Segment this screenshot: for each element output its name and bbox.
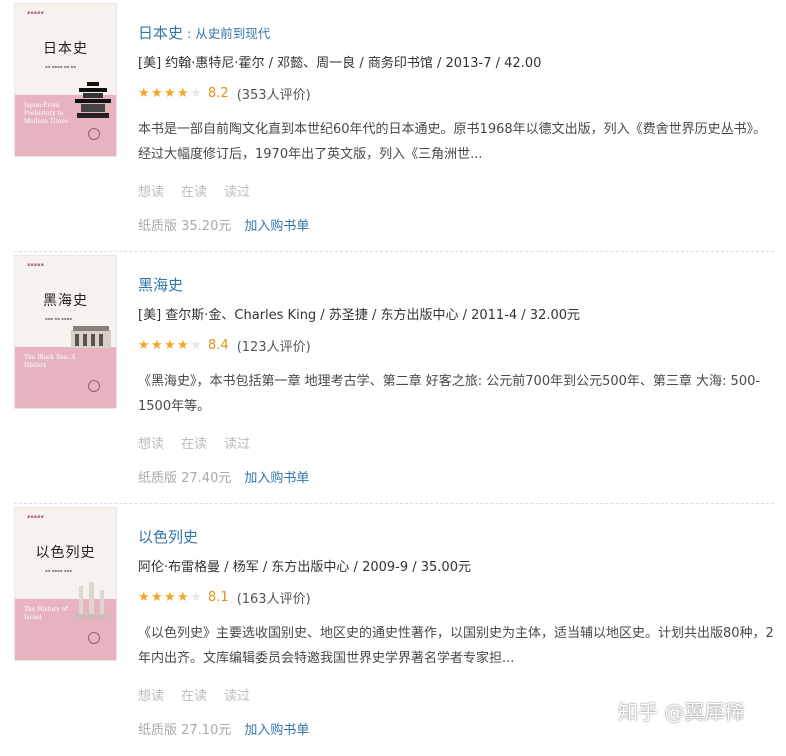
reading-button[interactable]: 在读 [181,685,207,704]
book-description: 《以色列史》主要选收国别史、地区史的通史性著作，以国别史为主体，适当辅以地区史。… [138,626,774,666]
zhihu-watermark: 知乎 @翼犀稀 [618,700,745,724]
star-icon: ★ [177,590,189,605]
rating-stars: ★ ★ ★ ★ ★ [138,591,203,604]
paper-price: 纸质版 27.40元 [138,471,232,486]
building-icon [71,326,111,348]
star-icon: ★ [177,86,189,101]
book-meta: [美] 约翰·惠特尼·霍尔 / 邓懿、周一良 / 商务印书馆 / 2013-7 … [138,56,542,71]
want-read-button[interactable]: 想读 [138,685,164,704]
book-description: 《黑海史》，本书包括第一章 地理考古学、第二章 好客之旅: 公元前700年到公元… [138,374,761,414]
add-to-cart-link[interactable]: 加入购书单 [244,219,309,234]
have-read-button[interactable]: 读过 [224,433,250,452]
publisher-seal-icon [88,632,100,644]
rating-stars: ★ ★ ★ ★ ★ [138,339,203,352]
cover-title: 日本史 [43,41,88,57]
book-rating: ★ ★ ★ ★ ★ 8.4 (123人评价) [138,336,311,355]
want-read-button[interactable]: 想读 [138,181,164,200]
rating-score: 8.2 [208,86,229,101]
book-rating: ★ ★ ★ ★ ★ 8.2 (353人评价) [138,84,311,103]
book-title-row: 日本史 : 从史前到现代 [138,22,270,43]
rating-score: 8.4 [208,338,229,353]
star-icon: ★ [190,590,202,605]
star-icon: ★ [138,86,150,101]
reading-button[interactable]: 在读 [181,181,207,200]
book-meta: 阿伦·布雷格曼 / 杨军 / 东方出版中心 / 2009-9 / 35.00元 [138,560,471,575]
buy-row: 纸质版 27.10元 加入购书单 [138,719,309,738]
star-icon: ★ [164,86,176,101]
star-icon: ★ [190,86,202,101]
book-title-row: 以色列史 [138,526,198,547]
rating-stars: ★ ★ ★ ★ ★ [138,87,203,100]
book-cover[interactable]: ▪▪▪▪▪ 日本史 ▪▪ ▪▪▪▪ ▪▪ ▪▪ Japan:From Prehi… [15,4,116,156]
star-icon: ★ [151,86,163,101]
rating-count: (163人评价) [236,592,311,607]
star-icon: ★ [138,338,150,353]
have-read-button[interactable]: 读过 [224,181,250,200]
rating-count: (353人评价) [236,88,311,103]
book-cover[interactable]: ▪▪▪▪▪ 黑海史 ▪▪▪ ▪▪ ▪▪▪▪ The Black Sea: A H… [15,256,116,408]
cover-english-title: The History of Israel [24,606,68,621]
star-icon: ★ [164,338,176,353]
publisher-seal-icon [88,380,100,392]
book-title-row: 黑海史 [138,274,183,295]
add-to-cart-link[interactable]: 加入购书单 [244,723,309,738]
star-icon: ★ [151,338,163,353]
publisher-seal-icon [88,128,100,140]
rating-count: (123人评价) [236,340,311,355]
star-icon: ★ [177,338,189,353]
cover-english-title: Japan:From Prehistory to Modern Times [24,102,69,125]
book-meta: [美] 查尔斯·金、Charles King / 苏圣捷 / 东方出版中心 / … [138,308,581,323]
star-icon: ★ [190,338,202,353]
book-cover[interactable]: ▪▪▪▪▪ 以色列史 ▪▪ ▪▪▪▪ ▪▪▪ The History of Is… [15,508,116,660]
book-title-link[interactable]: 黑海史 [138,276,183,294]
book-title-link[interactable]: 以色列史 [138,528,198,546]
cover-title: 以色列史 [35,545,96,561]
buy-row: 纸质版 35.20元 加入购书单 [138,215,309,234]
cover-title: 黑海史 [43,293,88,309]
book-subtitle: : 从史前到现代 [183,26,271,41]
reading-button[interactable]: 在读 [181,433,207,452]
book-actions: 想读 在读 读过 [138,181,250,200]
cover-english-title: The Black Sea: A History [24,354,76,369]
buy-row: 纸质版 27.40元 加入购书单 [138,467,309,486]
star-icon: ★ [138,590,150,605]
book-actions: 想读 在读 读过 [138,685,250,704]
book-title-link[interactable]: 日本史 [138,24,183,42]
book-actions: 想读 在读 读过 [138,433,250,452]
star-icon: ★ [164,590,176,605]
add-to-cart-link[interactable]: 加入购书单 [244,471,309,486]
star-icon: ★ [151,590,163,605]
book-item: ▪▪▪▪▪ 日本史 ▪▪ ▪▪▪▪ ▪▪ ▪▪ Japan:From Prehi… [14,0,774,252]
rating-score: 8.1 [208,590,229,605]
book-description: 本书是一部自前陶文化直到本世纪60年代的日本通史。原书1968年以德文出版，列入… [138,122,767,162]
book-item: ▪▪▪▪▪ 黑海史 ▪▪▪ ▪▪ ▪▪▪▪ The Black Sea: A H… [14,252,774,504]
book-rating: ★ ★ ★ ★ ★ 8.1 (163人评价) [138,588,311,607]
paper-price: 纸质版 35.20元 [138,219,232,234]
have-read-button[interactable]: 读过 [224,685,250,704]
want-read-button[interactable]: 想读 [138,433,164,452]
paper-price: 纸质版 27.10元 [138,723,232,738]
